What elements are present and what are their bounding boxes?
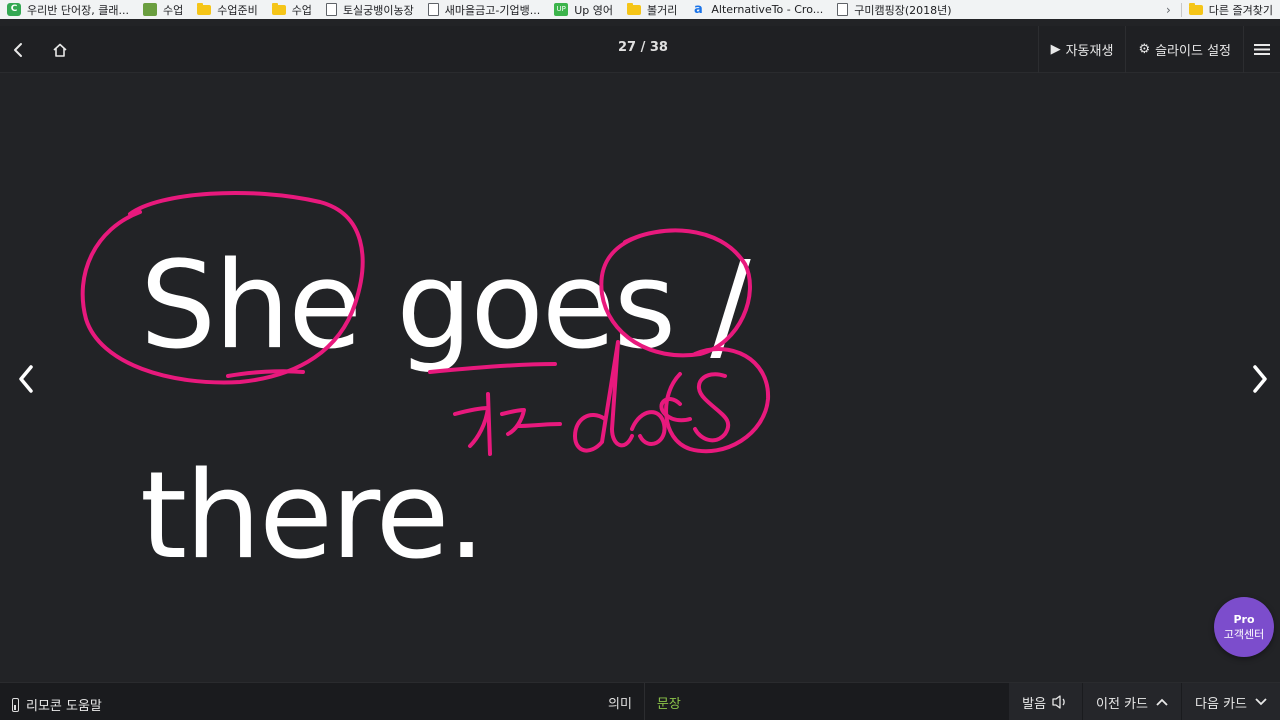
gear-icon: ⚙ [1138,42,1151,57]
chevron-down-icon [1255,698,1267,706]
remote-help-button[interactable]: 리모콘 도움말 [12,695,102,714]
home-icon [53,43,67,57]
page-icon [325,3,337,16]
bookmark-folder[interactable]: 수업준비 [190,0,264,19]
speaker-icon [1052,695,1065,709]
remote-icon [12,697,19,712]
bookmark-item[interactable]: 구미캠핑장(2018년) [830,0,958,19]
chevron-right-icon[interactable]: › [1156,3,1181,17]
bookmarks-bar: C 우리반 단어장, 클래... 수업 수업준비 수업 토실궁뱅이농장 새마을금고… [0,0,1280,19]
bookmark-folder[interactable]: 수업 [265,0,319,19]
home-button[interactable] [46,26,74,73]
bookmark-item[interactable]: 수업 [136,0,190,19]
picture-icon [142,3,157,16]
page-icon [837,3,849,16]
bookmark-item[interactable]: 토실궁뱅이농장 [319,0,421,19]
folder-icon [271,2,286,15]
autoplay-button[interactable]: ▶ 자동재생 [1037,26,1126,73]
slide-canvas: She goes / there. Pro 고객센터 [0,74,1280,682]
bookmark-item[interactable]: C 우리반 단어장, 클래... [0,0,136,19]
pronunciation-button[interactable]: 발음 [1008,683,1083,720]
slide-counter: 27 / 38 [618,40,668,55]
bookmark-item[interactable]: a AlternativeTo - Cro... [684,0,830,19]
page-icon [427,3,439,16]
prev-slide-button[interactable] [6,354,46,404]
chevron-right-icon [1253,365,1267,393]
sentence-text: She goes / there. [140,202,900,622]
a-logo-icon: a [693,2,703,17]
chevron-up-icon [1156,698,1168,706]
top-nav: 27 / 38 ▶ 자동재생 ⚙ 슬라이드 설정 [0,26,1280,73]
slide-settings-button[interactable]: ⚙ 슬라이드 설정 [1125,26,1243,73]
up-icon: UP [554,3,569,16]
chevron-left-icon [14,42,22,57]
next-card-button[interactable]: 다음 카드 [1181,683,1280,720]
next-slide-button[interactable] [1240,354,1280,404]
tab-sentence[interactable]: 문장 [643,683,693,720]
back-button[interactable] [4,26,32,73]
hamburger-icon [1254,44,1270,55]
prev-card-button[interactable]: 이전 카드 [1082,683,1182,720]
sentence-line-1: She goes / [140,237,751,376]
bookmark-item[interactable]: UP Up 영어 [547,0,620,19]
bottom-bar: 리모콘 도움말 의미 문장 발음 이전 카드 다음 카드 [0,682,1280,720]
tab-meaning[interactable]: 의미 [596,683,644,720]
bookmark-item[interactable]: 새마을금고-기업뱅... [421,0,547,19]
play-icon: ▶ [1050,42,1061,57]
menu-button[interactable] [1243,26,1280,73]
other-bookmarks[interactable]: 다른 즐겨찾기 [1182,0,1280,19]
bookmark-folder[interactable]: 볼거리 [620,0,684,19]
sentence-line-2: there. [140,447,486,586]
folder-icon [626,2,641,15]
folder-icon [1188,2,1203,15]
chevron-left-icon [19,365,33,393]
folder-icon [197,2,212,15]
pro-support-button[interactable]: Pro 고객센터 [1214,597,1274,657]
green-app-icon: C [7,3,21,16]
view-tabs: 의미 문장 [596,683,693,720]
